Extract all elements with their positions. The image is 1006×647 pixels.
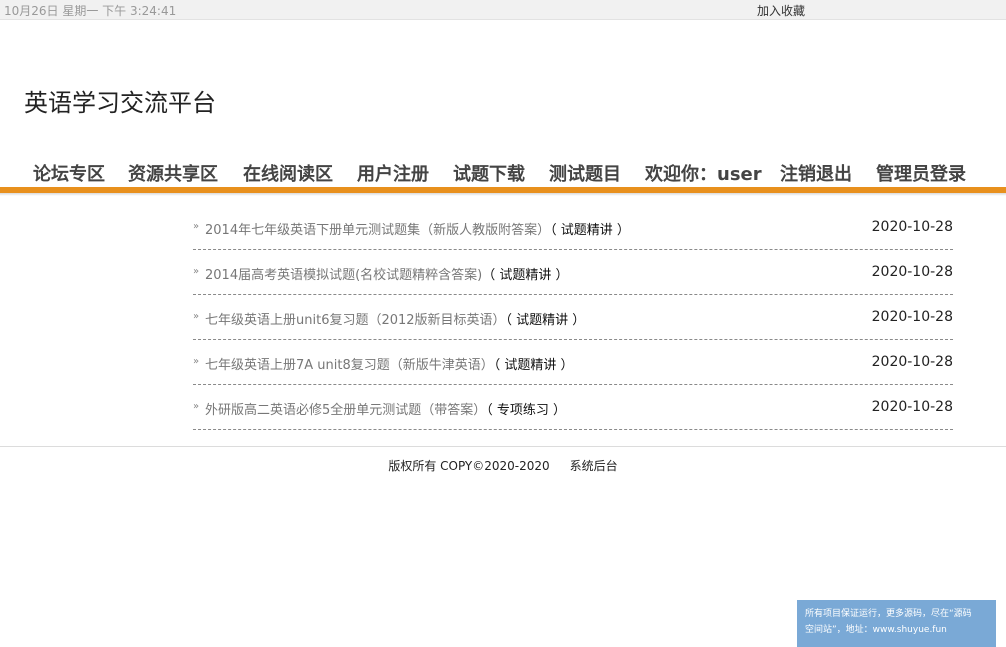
nav-item-register[interactable]: 用户注册 [357, 160, 429, 186]
admin-backend-link[interactable]: 系统后台 [570, 459, 618, 473]
nav-item-online-reading[interactable]: 在线阅读区 [243, 160, 333, 186]
article-title-link[interactable]: 外研版高二英语必修5全册单元测试题（带答案）（ 专项练习 ） [205, 399, 566, 418]
notice-line-1: 所有项目保证运行，更多源码，尽在“源码 [805, 609, 972, 619]
article-title[interactable]: 七年级英语上册7A unit8复习题（新版牛津英语） [205, 358, 494, 373]
bullet-arrow-icon: » [193, 401, 200, 412]
article-category-link[interactable]: （ 试题精讲 ） [550, 223, 630, 238]
notice-line-2: 空间站”，地址：www.shuyue.fun [805, 625, 947, 635]
nav-item-download[interactable]: 试题下载 [453, 160, 525, 186]
article-category-link[interactable]: （ 试题精讲 ） [506, 313, 586, 328]
bullet-arrow-icon: » [193, 311, 200, 322]
list-item: » 外研版高二英语必修5全册单元测试题（带答案）（ 专项练习 ） 2020-10… [193, 386, 953, 430]
nav-item-forum[interactable]: 论坛专区 [33, 160, 105, 186]
article-category-link[interactable]: （ 专项练习 ） [486, 403, 566, 418]
article-title-link[interactable]: 七年级英语上册7A unit8复习题（新版牛津英语）（ 试题精讲 ） [205, 354, 574, 373]
article-category-link[interactable]: （ 试题精讲 ） [482, 268, 568, 283]
bullet-arrow-icon: » [193, 356, 200, 367]
article-title[interactable]: 2014届高考英语模拟试题(名校试题精粹含答案) [205, 268, 482, 283]
article-date: 2020-10-28 [871, 354, 953, 370]
article-title[interactable]: 外研版高二英语必修5全册单元测试题（带答案） [205, 403, 486, 418]
site-title: 英语学习交流平台 [24, 89, 216, 117]
footer: 版权所有 COPY©2020-2020 系统后台 [0, 457, 1006, 474]
bullet-arrow-icon: » [193, 221, 200, 232]
footer-divider [0, 446, 1006, 447]
nav-shadow [0, 193, 1006, 196]
article-list: » 2014年七年级英语下册单元测试题集（新版人教版附答案）（ 试题精讲 ） 2… [193, 206, 953, 431]
list-item: » 七年级英语上册7A unit8复习题（新版牛津英语）（ 试题精讲 ） 202… [193, 341, 953, 385]
add-bookmark-link[interactable]: 加入收藏 [757, 2, 805, 19]
top-bar: 10月26日 星期一 下午 3:24:41 加入收藏 [0, 0, 1006, 20]
article-title-link[interactable]: 2014年七年级英语下册单元测试题集（新版人教版附答案）（ 试题精讲 ） [205, 219, 630, 238]
main-nav: 论坛专区 资源共享区 在线阅读区 用户注册 试题下载 测试题目 欢迎你：user… [0, 160, 1006, 188]
nav-item-logout[interactable]: 注销退出 [780, 160, 852, 186]
article-title-link[interactable]: 七年级英语上册unit6复习题（2012版新目标英语）（ 试题精讲 ） [205, 309, 585, 328]
nav-item-resources[interactable]: 资源共享区 [128, 160, 218, 186]
article-title[interactable]: 2014年七年级英语下册单元测试题集（新版人教版附答案） [205, 223, 550, 238]
list-item: » 2014年七年级英语下册单元测试题集（新版人教版附答案）（ 试题精讲 ） 2… [193, 206, 953, 250]
copyright-text: 版权所有 COPY©2020-2020 [388, 459, 550, 473]
nav-item-admin-login[interactable]: 管理员登录 [876, 160, 966, 186]
article-title-link[interactable]: 2014届高考英语模拟试题(名校试题精粹含答案)（ 试题精讲 ） [205, 264, 569, 283]
nav-item-tests[interactable]: 测试题目 [549, 160, 621, 186]
article-date: 2020-10-28 [871, 399, 953, 415]
list-item: » 七年级英语上册unit6复习题（2012版新目标英语）（ 试题精讲 ） 20… [193, 296, 953, 340]
nav-item-welcome-user[interactable]: 欢迎你：user [645, 160, 762, 186]
article-title[interactable]: 七年级英语上册unit6复习题（2012版新目标英语） [205, 313, 506, 328]
notice-banner: 所有项目保证运行，更多源码，尽在“源码 空间站”，地址：www.shuyue.f… [797, 600, 996, 647]
article-category-link[interactable]: （ 试题精讲 ） [494, 358, 574, 373]
list-item: » 2014届高考英语模拟试题(名校试题精粹含答案)（ 试题精讲 ） 2020-… [193, 251, 953, 295]
bullet-arrow-icon: » [193, 266, 200, 277]
article-date: 2020-10-28 [871, 264, 953, 280]
article-date: 2020-10-28 [871, 219, 953, 235]
article-date: 2020-10-28 [871, 309, 953, 325]
datetime-display: 10月26日 星期一 下午 3:24:41 [4, 4, 177, 18]
